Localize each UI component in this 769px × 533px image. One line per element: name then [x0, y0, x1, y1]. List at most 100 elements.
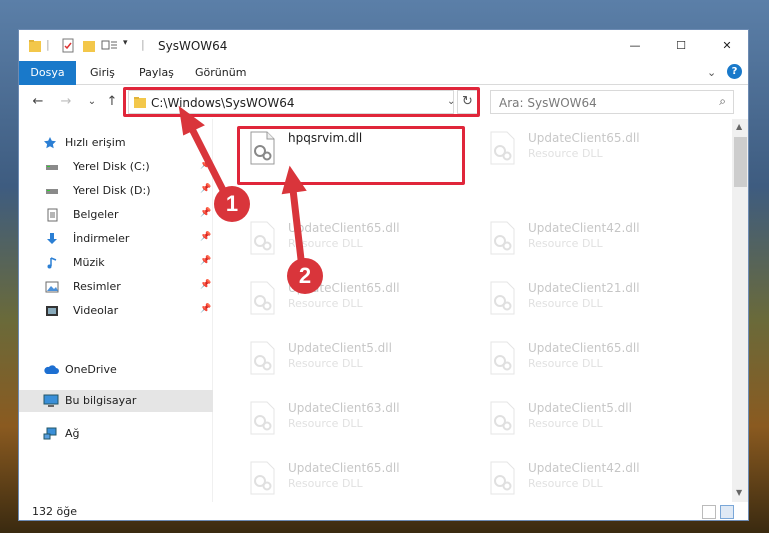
close-icon: ✕	[722, 39, 732, 52]
file-description: Resource DLL	[528, 417, 603, 430]
tab-home[interactable]: Giriş	[90, 61, 115, 85]
dll-file-icon	[247, 341, 277, 375]
file-description: Resource DLL	[528, 297, 603, 310]
sidebar-item-label: Videolar	[73, 304, 119, 317]
computer-icon	[43, 394, 59, 408]
search-icon: ⌕	[719, 94, 726, 108]
pin-icon[interactable]: 📌	[200, 304, 211, 314]
properties-icon[interactable]	[61, 38, 75, 54]
sidebar-item-label: Hızlı erişim	[65, 136, 126, 149]
file-item[interactable]: UpdateClient65.dll Resource DLL	[239, 275, 461, 327]
file-item[interactable]: UpdateClient65.dll Resource DLL	[239, 215, 461, 267]
sidebar-item-label: Yerel Disk (D:)	[73, 184, 151, 197]
tab-share[interactable]: Paylaş	[139, 61, 174, 85]
file-item[interactable]: UpdateClient65.dll Resource DLL	[239, 455, 461, 507]
file-name: UpdateClient65.dll	[288, 461, 400, 475]
drive-icon	[45, 160, 59, 174]
title-bar: | ▾ | SysWOW64 — ☐ ✕	[19, 30, 748, 61]
close-button[interactable]: ✕	[704, 30, 748, 61]
maximize-icon: ☐	[676, 39, 686, 52]
customize-toolbar-icon[interactable]	[101, 38, 121, 54]
file-name: UpdateClient65.dll	[528, 341, 640, 355]
pictures-icon	[45, 280, 59, 294]
pin-icon[interactable]: 📌	[200, 208, 211, 218]
back-button[interactable]: ←	[30, 94, 46, 110]
scrollbar-thumb[interactable]	[734, 137, 747, 187]
sidebar-item-onedrive[interactable]: OneDrive	[19, 359, 213, 381]
sidebar-item-label: Müzik	[73, 256, 105, 269]
sidebar-item-local-disk-d[interactable]: Yerel Disk (D:) 📌	[19, 180, 213, 202]
new-folder-icon[interactable]	[82, 38, 96, 54]
file-name: UpdateClient63.dll	[288, 401, 400, 415]
vertical-scrollbar[interactable]: ▲ ▼	[732, 119, 748, 502]
step-1-badge: 1	[214, 186, 250, 222]
network-icon	[43, 427, 57, 441]
file-name: UpdateClient65.dll	[288, 221, 400, 235]
details-view-icon[interactable]	[702, 505, 716, 519]
dll-file-icon	[487, 221, 517, 255]
pin-icon[interactable]: 📌	[200, 232, 211, 242]
sidebar-item-pictures[interactable]: Resimler 📌	[19, 276, 213, 298]
file-item[interactable]: UpdateClient42.dll Resource DLL	[479, 455, 701, 507]
search-input[interactable]: Ara: SysWOW64	[499, 96, 597, 110]
sidebar-item-videos[interactable]: Videolar 📌	[19, 300, 213, 322]
file-item[interactable]: UpdateClient65.dll Resource DLL	[479, 125, 701, 177]
sidebar-item-network[interactable]: Ağ	[19, 423, 213, 445]
search-box[interactable]: Ara: SysWOW64 ⌕	[490, 90, 734, 114]
pin-icon[interactable]: 📌	[200, 160, 211, 170]
navigation-pane: Hızlı erişim Yerel Disk (C:) 📌 Yerel Dis…	[19, 119, 213, 502]
separator: |	[141, 38, 145, 51]
file-highlight	[237, 126, 465, 185]
sidebar-item-documents[interactable]: Belgeler 📌	[19, 204, 213, 226]
sidebar-item-label: Resimler	[73, 280, 121, 293]
chevron-down-icon[interactable]: ▾	[123, 38, 128, 54]
ribbon: Dosya Giriş Paylaş Görünüm ⌄ ?	[19, 61, 748, 113]
scroll-down-icon[interactable]: ▼	[736, 488, 742, 497]
status-bar: 132 öğe	[19, 502, 748, 520]
file-item[interactable]: UpdateClient65.dll Resource DLL	[479, 335, 701, 387]
dll-file-icon	[487, 401, 517, 435]
help-button[interactable]: ?	[727, 64, 742, 79]
sidebar-item-local-disk-c[interactable]: Yerel Disk (C:) 📌	[19, 156, 213, 178]
maximize-button[interactable]: ☐	[658, 30, 704, 61]
file-item[interactable]: UpdateClient42.dll Resource DLL	[479, 215, 701, 267]
file-name: UpdateClient42.dll	[528, 461, 640, 475]
file-item[interactable]: UpdateClient21.dll Resource DLL	[479, 275, 701, 327]
file-name: UpdateClient42.dll	[528, 221, 640, 235]
sidebar-item-label: Yerel Disk (C:)	[73, 160, 150, 173]
pin-icon[interactable]: 📌	[200, 280, 211, 290]
separator: |	[46, 38, 50, 51]
cloud-icon	[43, 363, 59, 377]
minimize-button[interactable]: —	[612, 30, 658, 61]
file-description: Resource DLL	[288, 237, 363, 250]
item-count: 132 öğe	[32, 505, 77, 518]
ribbon-collapse-button[interactable]: ⌄	[707, 61, 716, 85]
tab-view[interactable]: Görünüm	[195, 61, 246, 85]
sidebar-item-this-pc[interactable]: Bu bilgisayar	[19, 390, 213, 412]
file-name: UpdateClient65.dll	[528, 131, 640, 145]
dll-file-icon	[487, 341, 517, 375]
file-description: Resource DLL	[528, 477, 603, 490]
file-description: Resource DLL	[528, 147, 603, 160]
sidebar-item-downloads[interactable]: İndirmeler 📌	[19, 228, 213, 250]
forward-button[interactable]: →	[58, 94, 74, 110]
pin-icon[interactable]: 📌	[200, 184, 211, 194]
file-description: Resource DLL	[528, 357, 603, 370]
large-icons-view-icon[interactable]	[720, 505, 734, 519]
step-2-badge: 2	[287, 258, 323, 294]
sidebar-item-music[interactable]: Müzik 📌	[19, 252, 213, 274]
up-button[interactable]: ↑	[104, 94, 120, 110]
sidebar-item-label: İndirmeler	[73, 232, 130, 245]
window-title: SysWOW64	[158, 39, 228, 53]
sidebar-item-label: OneDrive	[65, 363, 117, 376]
file-item[interactable]: UpdateClient5.dll Resource DLL	[479, 395, 701, 447]
dll-file-icon	[487, 461, 517, 495]
pin-icon[interactable]: 📌	[200, 256, 211, 266]
music-icon	[45, 256, 59, 270]
recent-locations-button[interactable]: ⌄	[84, 94, 100, 110]
drive-icon	[45, 184, 59, 198]
file-item[interactable]: UpdateClient63.dll Resource DLL	[239, 395, 461, 447]
scroll-up-icon[interactable]: ▲	[736, 122, 742, 131]
sidebar-item-quick-access[interactable]: Hızlı erişim	[19, 132, 213, 154]
file-item[interactable]: UpdateClient5.dll Resource DLL	[239, 335, 461, 387]
